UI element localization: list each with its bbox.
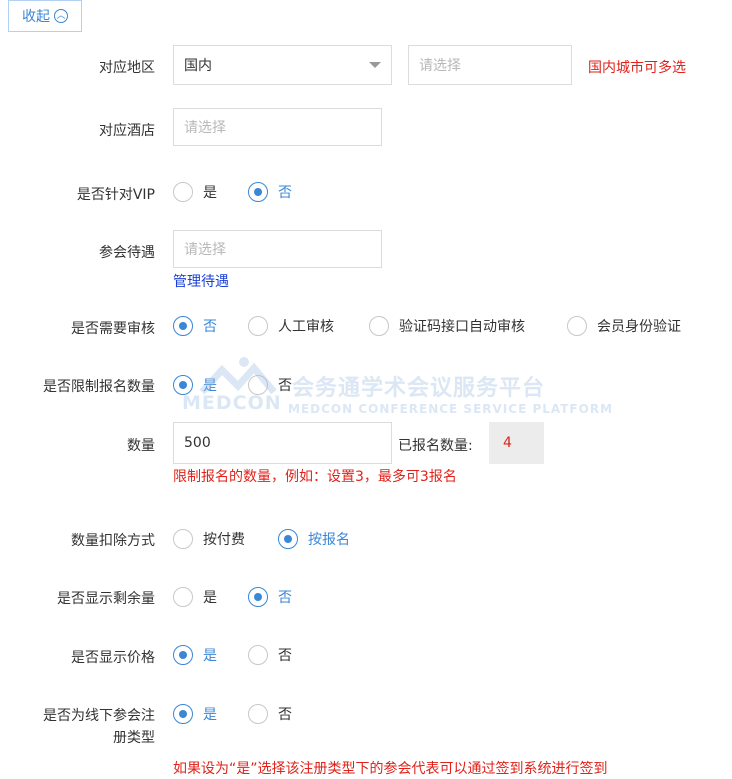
vip-option-yes-label: 是 (203, 185, 217, 201)
region-select[interactable]: 国内 (173, 45, 392, 85)
review-option-member-label: 会员身份验证 (597, 319, 681, 335)
deduct-option-payment[interactable]: 按付费 (173, 529, 245, 549)
remaining-option-yes-label: 是 (203, 590, 217, 606)
offline-hint: 如果设为“是”选择该注册类型下的参会代表可以通过签到系统进行签到 (173, 761, 608, 777)
offline-label-line2: 册类型 (113, 730, 155, 746)
remaining-option-yes[interactable]: 是 (173, 587, 217, 607)
review-option-manual-label: 人工审核 (278, 319, 334, 335)
region-label: 对应地区 (99, 60, 155, 76)
radio-icon (248, 375, 268, 395)
review-option-none[interactable]: 否 (173, 316, 217, 336)
hotel-label: 对应酒店 (99, 123, 155, 139)
limit-option-yes-label: 是 (203, 378, 217, 394)
remaining-option-no-label: 否 (278, 590, 292, 606)
limit-option-yes[interactable]: 是 (173, 375, 217, 395)
radio-checked-icon (173, 316, 193, 336)
review-option-member[interactable]: 会员身份验证 (567, 316, 681, 336)
hotel-select[interactable]: 请选择 (173, 108, 382, 146)
deduct-option-registration-label: 按报名 (308, 532, 350, 548)
limit-label: 是否限制报名数量 (43, 379, 155, 395)
offline-option-yes-label: 是 (203, 707, 217, 723)
radio-icon (248, 316, 268, 336)
radio-icon (173, 529, 193, 549)
radio-icon (173, 587, 193, 607)
watermark-cn: 会务通学术会议服务平台 (292, 376, 546, 401)
manage-treatment-link[interactable]: 管理待遇 (173, 271, 229, 291)
review-option-captcha-label: 验证码接口自动审核 (399, 319, 525, 335)
region-hint: 国内城市可多选 (588, 60, 686, 76)
watermark-en: MEDCON CONFERENCE SERVICE PLATFORM (288, 402, 614, 416)
deduct-option-registration[interactable]: 按报名 (278, 529, 350, 549)
review-label: 是否需要审核 (71, 321, 155, 337)
hotel-placeholder: 请选择 (184, 120, 226, 136)
deduct-label: 数量扣除方式 (71, 533, 155, 549)
treatment-select[interactable]: 请选择 (173, 230, 382, 268)
treatment-placeholder: 请选择 (184, 242, 226, 258)
review-option-captcha[interactable]: 验证码接口自动审核 (369, 316, 525, 336)
collapse-label: 收起 (22, 9, 50, 25)
price-option-no-label: 否 (278, 648, 292, 664)
price-option-yes[interactable]: 是 (173, 645, 217, 665)
radio-icon (369, 316, 389, 336)
radio-checked-icon (278, 529, 298, 549)
radio-checked-icon (173, 645, 193, 665)
watermark-logo-text: MEDCON (182, 392, 282, 414)
chevron-up-icon: ︿ (54, 9, 68, 23)
quantity-value: 500 (184, 435, 211, 451)
vip-option-no[interactable]: 否 (248, 182, 292, 202)
radio-icon (567, 316, 587, 336)
region-select-value: 国内 (184, 58, 212, 74)
quantity-input[interactable]: 500 (173, 422, 392, 464)
radio-checked-icon (248, 587, 268, 607)
radio-icon (248, 704, 268, 724)
radio-checked-icon (248, 182, 268, 202)
watermark: 会务通学术会议服务平台 MEDCON MEDCON CONFERENCE SER… (182, 356, 612, 426)
review-option-none-label: 否 (203, 319, 217, 335)
city-placeholder: 请选择 (419, 58, 461, 74)
radio-icon (248, 645, 268, 665)
caret-down-icon (369, 62, 381, 68)
radio-checked-icon (173, 375, 193, 395)
offline-label-line1: 是否为线下参会注 (43, 708, 155, 724)
deduct-option-payment-label: 按付费 (203, 532, 245, 548)
radio-checked-icon (173, 704, 193, 724)
vip-option-yes[interactable]: 是 (173, 182, 217, 202)
collapse-button[interactable]: 收起 ︿ (8, 0, 82, 32)
registered-count: 4 (489, 422, 544, 464)
treatment-label: 参会待遇 (99, 245, 155, 261)
city-select[interactable]: 请选择 (408, 45, 572, 85)
review-option-manual[interactable]: 人工审核 (248, 316, 334, 336)
vip-label: 是否针对VIP (76, 187, 155, 203)
remaining-option-no[interactable]: 否 (248, 587, 292, 607)
offline-option-no[interactable]: 否 (248, 704, 292, 724)
price-label: 是否显示价格 (71, 650, 155, 666)
radio-icon (173, 182, 193, 202)
limit-option-no[interactable]: 否 (248, 375, 292, 395)
quantity-hint: 限制报名的数量，例如：设置3，最多可3报名 (173, 469, 457, 485)
price-option-no[interactable]: 否 (248, 645, 292, 665)
offline-option-no-label: 否 (278, 707, 292, 723)
price-option-yes-label: 是 (203, 648, 217, 664)
vip-option-no-label: 否 (278, 185, 292, 201)
registered-count-label: 已报名数量: (398, 438, 473, 454)
quantity-label: 数量 (127, 438, 155, 454)
limit-option-no-label: 否 (278, 378, 292, 394)
offline-option-yes[interactable]: 是 (173, 704, 217, 724)
remaining-label: 是否显示剩余量 (57, 591, 155, 607)
